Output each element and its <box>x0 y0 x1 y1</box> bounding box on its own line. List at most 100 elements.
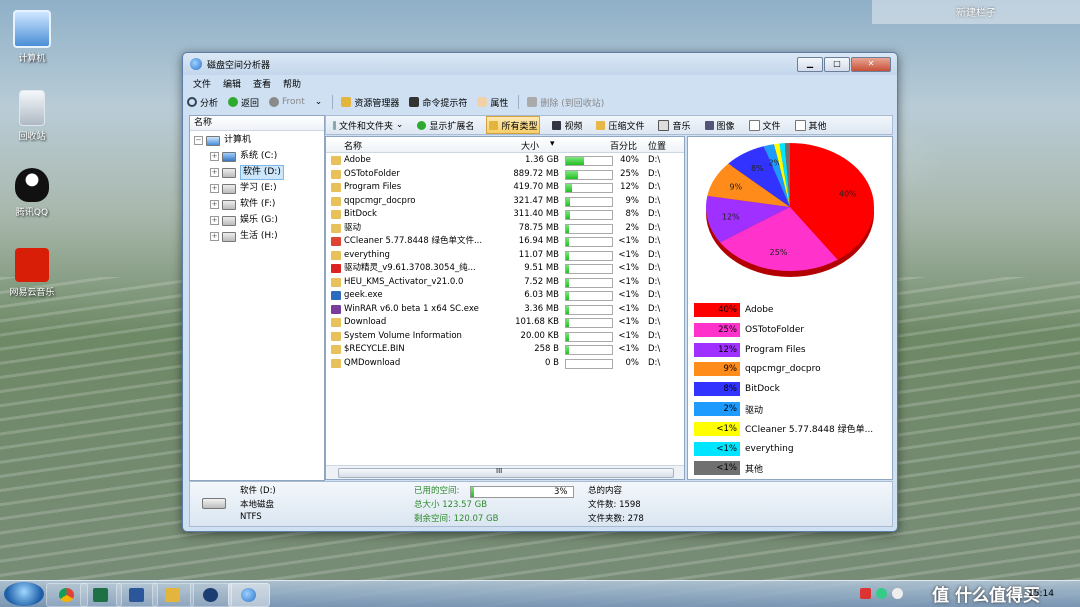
list-row[interactable]: 驱动精灵_v9.61.3708.3054_纯... 9.51 MB <1% D:\ <box>326 262 684 275</box>
files-folders-dropdown[interactable]: 文件和文件夹 ⌄ <box>331 117 405 133</box>
title-bar[interactable]: 磁盘空间分析器 ▁ □ ✕ <box>183 53 897 75</box>
desktop-icon-computer[interactable]: 计算机 <box>0 10 64 64</box>
column-name[interactable]: 名称 <box>344 139 362 152</box>
filter-document[interactable]: 文件 <box>747 117 783 133</box>
start-button[interactable] <box>4 582 44 606</box>
maximize-button[interactable]: □ <box>824 57 850 72</box>
tree-item-drive-c[interactable]: + 系统 (C:) <box>210 150 277 163</box>
expand-icon[interactable]: + <box>210 232 219 241</box>
close-button[interactable]: ✕ <box>851 57 891 72</box>
filter-other[interactable]: 其他 <box>793 117 829 133</box>
filter-all-types[interactable]: 所有类型 <box>486 116 541 134</box>
legend-item[interactable]: <1% CCleaner 5.77.8448 绿色单... <box>694 421 873 436</box>
analyze-button[interactable]: 分析 <box>187 96 218 109</box>
menu-file[interactable]: 文件 <box>193 77 211 91</box>
tray-app-icon[interactable] <box>876 588 887 599</box>
file-name: geek.exe <box>344 290 383 300</box>
list-row[interactable]: 驱动 78.75 MB 2% D:\ <box>326 222 684 235</box>
taskbar-disk-analyzer[interactable] <box>228 583 270 607</box>
list-row[interactable]: Adobe 1.36 GB 40% D:\ <box>326 154 684 167</box>
expand-icon[interactable]: + <box>210 216 219 225</box>
tree-item-drive-d[interactable]: + 软件 (D:) <box>210 165 284 180</box>
legend-item[interactable]: 9% qqpcmgr_docpro <box>694 362 821 377</box>
desktop-icon-label: 回收站 <box>18 132 46 142</box>
tree-item-drive-h[interactable]: + 生活 (H:) <box>210 230 278 243</box>
list-row[interactable]: BitDock 311.40 MB 8% D:\ <box>326 208 684 221</box>
tree-item-drive-f[interactable]: + 软件 (F:) <box>210 198 275 211</box>
scroll-thumb[interactable] <box>338 468 674 478</box>
tree-item-drive-g[interactable]: + 娱乐 (G:) <box>210 214 278 227</box>
horizontal-scrollbar[interactable]: III <box>326 465 684 479</box>
clock[interactable]: 15:14 <box>1028 589 1054 599</box>
list-row[interactable]: Program Files 419.70 MB 12% D:\ <box>326 181 684 194</box>
delete-button[interactable]: 删除 (到回收站) <box>527 96 604 109</box>
legend-item[interactable]: 12% Program Files <box>694 342 806 357</box>
front-dropdown[interactable]: ⌄ <box>315 97 323 107</box>
list-row[interactable]: WinRAR v6.0 beta 1 x64 SC.exe 3.36 MB <1% D… <box>326 303 684 316</box>
legend-item[interactable]: <1% everything <box>694 441 794 456</box>
expand-icon[interactable]: + <box>210 184 219 193</box>
music-icon <box>658 119 670 131</box>
minimize-button[interactable]: ▁ <box>797 57 823 72</box>
legend-label: BitDock <box>745 384 780 395</box>
tree-item-drive-e[interactable]: + 学习 (E:) <box>210 182 277 195</box>
top-right-tab[interactable]: 新建栏子 <box>872 0 1080 24</box>
expand-icon[interactable]: + <box>210 200 219 209</box>
taskbar-app[interactable] <box>190 583 232 607</box>
list-row[interactable]: CCleaner 5.77.8448 绿色单文件... 16.94 MB <1% D:… <box>326 235 684 248</box>
list-row[interactable]: $RECYCLE.BIN 258 B <1% D:\ <box>326 343 684 356</box>
legend-item[interactable]: 25% OSTotoFolder <box>694 322 804 337</box>
list-row[interactable]: System Volume Information 20.00 KB <1% D:\ <box>326 330 684 343</box>
back-button[interactable]: 返回 <box>228 96 259 109</box>
file-location: D:\ <box>648 317 661 327</box>
column-location[interactable]: 位置 <box>648 139 666 152</box>
list-row[interactable]: qqpcmgr_docpro 321.47 MB 9% D:\ <box>326 195 684 208</box>
expand-icon[interactable]: + <box>210 168 219 177</box>
list-row[interactable]: everything 11.07 MB <1% D:\ <box>326 249 684 262</box>
list-row[interactable]: QMDownload 0 B 0% D:\ <box>326 357 684 370</box>
menu-view[interactable]: 查看 <box>253 77 271 91</box>
list-row[interactable]: OSTotoFolder 889.72 MB 25% D:\ <box>326 168 684 181</box>
pie-slice-label: 25% <box>770 248 788 257</box>
filter-archive[interactable]: 压缩文件 <box>594 117 646 133</box>
pie-chart-panel: 40% 25% 12% 9% 8% 2% 40% Adobe 25% OSTotoFolder 1… <box>687 136 893 480</box>
menu-edit[interactable]: 编辑 <box>223 77 241 91</box>
tree-item-computer[interactable]: − 计算机 <box>194 134 251 147</box>
toolbar-separator <box>518 95 520 109</box>
input-method-icon[interactable] <box>860 588 871 599</box>
list-row[interactable]: geek.exe 6.03 MB <1% D:\ <box>326 289 684 302</box>
expand-icon[interactable]: + <box>210 152 219 161</box>
list-row[interactable]: HEU_KMS_Activator_v21.0.0 7.52 MB <1% D:\ <box>326 276 684 289</box>
legend-item[interactable]: 8% BitDock <box>694 382 780 397</box>
legend-item[interactable]: 2% 驱动 <box>694 402 763 416</box>
folder-icon <box>331 250 341 260</box>
file-name: qqpcmgr_docpro <box>344 195 416 206</box>
desktop-icon-qq[interactable]: 腾讯QQ <box>0 168 64 218</box>
cmd-button[interactable]: 命令提示符 <box>409 96 467 109</box>
filter-image[interactable]: 图像 <box>703 117 737 133</box>
menu-help[interactable]: 帮助 <box>283 77 301 91</box>
desktop-icon-recycle-bin[interactable]: 回收站 <box>0 90 64 142</box>
percent-bar <box>565 183 613 193</box>
column-size[interactable]: 大小 <box>521 139 539 152</box>
all-types-icon <box>489 120 499 130</box>
taskbar-explorer[interactable] <box>152 583 194 607</box>
list-row[interactable]: Download 101.68 KB <1% D:\ <box>326 316 684 329</box>
filter-video[interactable]: 视频 <box>550 117 584 133</box>
file-list[interactable]: 名称 大小 ▾ 百分比 位置 Adobe 1.36 GB 40% D:\ OSTotoF… <box>325 136 685 480</box>
properties-button[interactable]: 属性 <box>477 96 508 109</box>
legend-item[interactable]: <1% 其他 <box>694 461 763 476</box>
legend-item[interactable]: 40% Adobe <box>694 303 773 317</box>
filter-music[interactable]: 音乐 <box>656 117 692 133</box>
desktop-icon-netease-music[interactable]: 网易云音乐 <box>0 248 64 298</box>
pie-slice-label: 8% <box>751 164 764 173</box>
front-button[interactable]: Front <box>269 97 305 107</box>
collapse-icon[interactable]: − <box>194 136 203 145</box>
explorer-button[interactable]: 资源管理器 <box>341 96 399 109</box>
folder-tree[interactable]: 名称 − 计算机 + 系统 (C:) + 软件 (D:) + 学习 (E:) +… <box>189 115 325 481</box>
network-icon[interactable] <box>892 588 903 599</box>
file-percent: 9% <box>625 195 640 206</box>
column-percent[interactable]: 百分比 <box>610 139 637 152</box>
file-size: 20.00 KB <box>520 330 559 341</box>
show-extension-toggle[interactable]: 显示扩展名 <box>415 117 476 133</box>
